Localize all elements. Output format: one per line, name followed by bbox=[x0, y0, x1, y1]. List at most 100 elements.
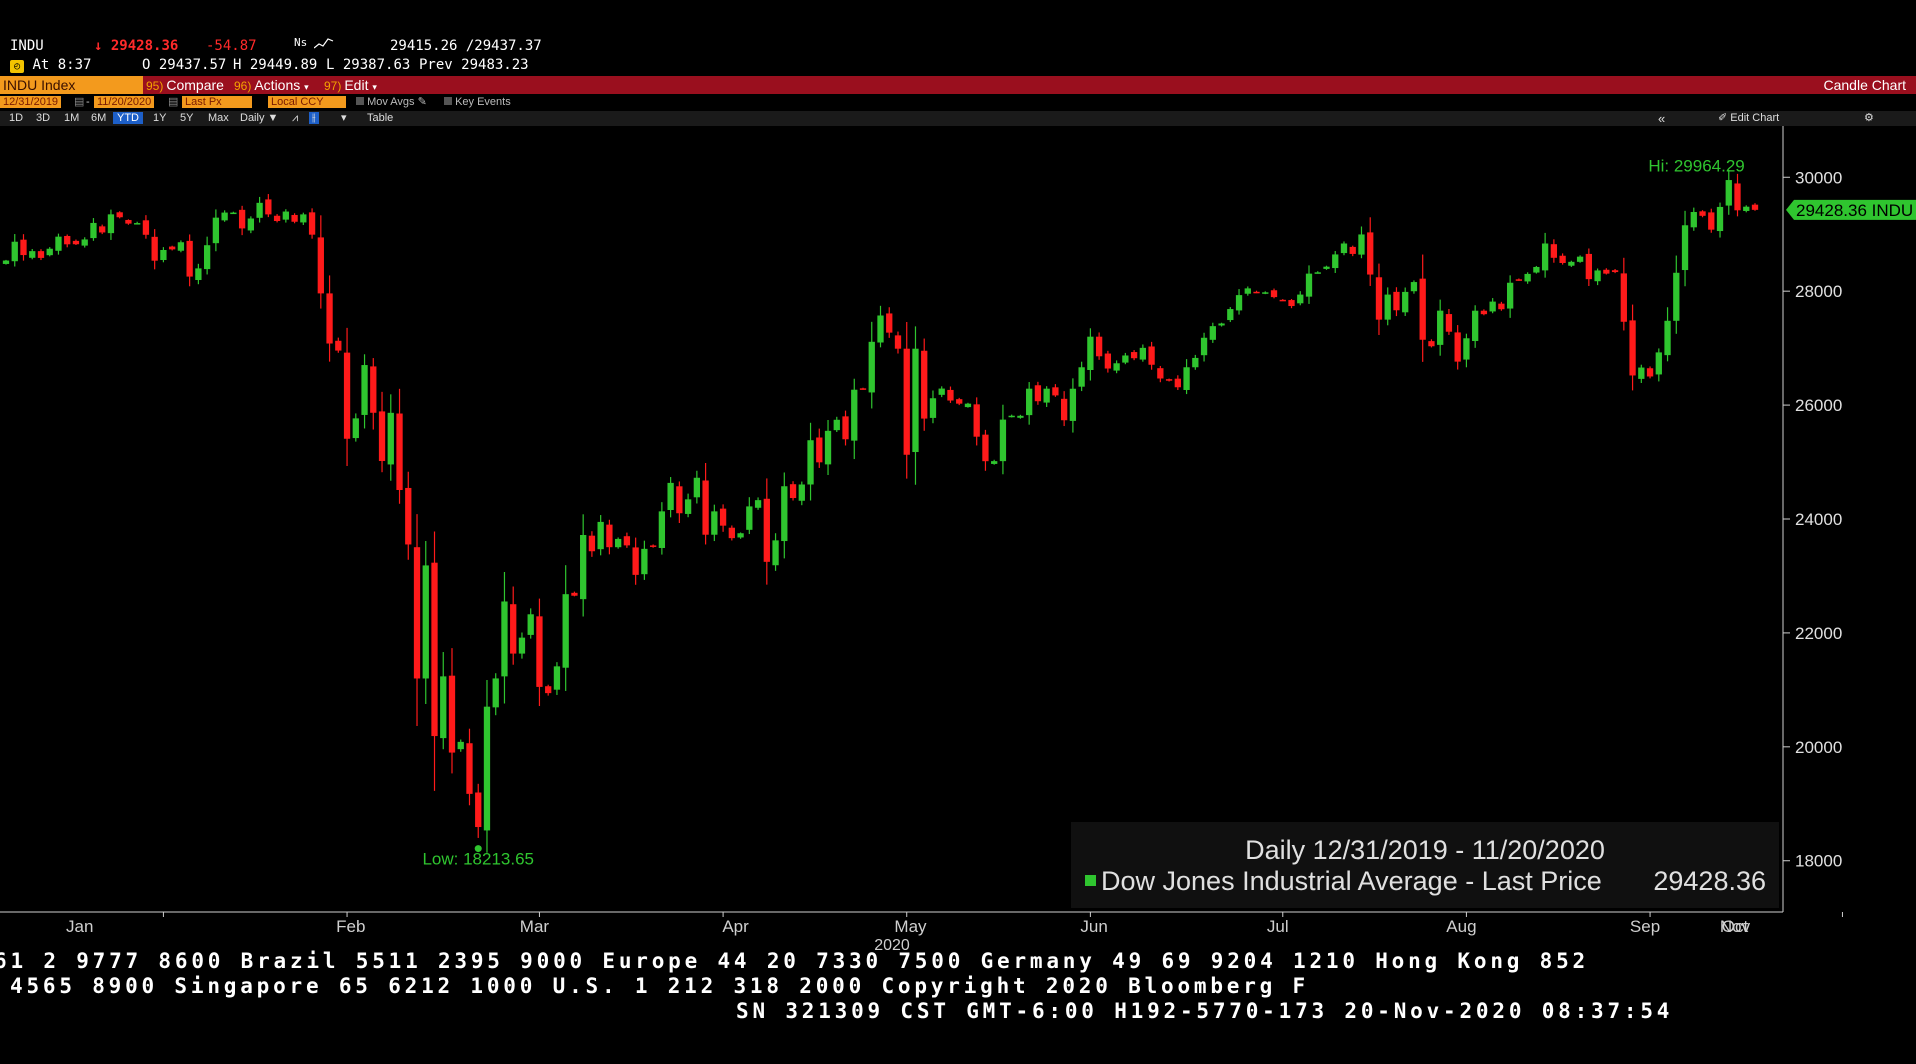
candle-body bbox=[781, 486, 788, 542]
quote-details: ◴ At 8:37 bbox=[10, 57, 91, 73]
calendar-icon[interactable]: ▤ bbox=[74, 95, 84, 109]
period-3d[interactable]: 3D bbox=[36, 111, 50, 126]
candle-body bbox=[1253, 291, 1260, 294]
currency-select[interactable]: Local CCY bbox=[268, 95, 346, 109]
table-button[interactable]: Table bbox=[367, 111, 393, 126]
candle-body bbox=[991, 461, 998, 464]
candle-body bbox=[1192, 357, 1199, 368]
end-date-field[interactable]: 11/20/2020 bbox=[94, 95, 155, 109]
period-6m[interactable]: 6M bbox=[91, 111, 106, 126]
mov-avgs-toggle[interactable]: Mov Avgs ✎ bbox=[356, 95, 427, 109]
candle-body bbox=[1585, 253, 1592, 280]
start-date-field[interactable]: 12/31/2019 bbox=[0, 95, 62, 109]
candle-body bbox=[169, 246, 176, 250]
candle-body bbox=[317, 237, 324, 294]
edit-chart-button[interactable]: ✐ Edit Chart bbox=[1718, 111, 1779, 126]
candlestick-chart[interactable]: 18000 20000 22000 24000 26000 28000 30000 Jan F… bbox=[0, 126, 1916, 978]
news-sparkline[interactable]: Ns bbox=[294, 36, 334, 50]
edit-chart-icon: ✐ bbox=[1718, 112, 1728, 124]
more-options-icon[interactable]: ▾ bbox=[341, 111, 347, 126]
candle-body bbox=[1375, 277, 1383, 320]
candle-body bbox=[1332, 254, 1339, 269]
candle-body bbox=[195, 268, 202, 281]
candle-body bbox=[1174, 378, 1181, 388]
period-5y[interactable]: 5Y bbox=[180, 111, 193, 126]
candle-body bbox=[160, 249, 167, 261]
candle-body bbox=[1681, 225, 1689, 271]
candles bbox=[2, 169, 1759, 853]
candle-chart-icon[interactable]: ⫲ bbox=[309, 111, 319, 126]
candle-body bbox=[527, 614, 534, 635]
candle-body bbox=[754, 500, 762, 508]
candle-body bbox=[1122, 355, 1129, 363]
chart-type-label: Candle Chart bbox=[1823, 77, 1907, 93]
candle-body bbox=[1734, 183, 1741, 211]
candle-body bbox=[510, 604, 517, 654]
candle-body bbox=[1034, 385, 1042, 402]
candle-body bbox=[1550, 244, 1558, 258]
x-tick-label: May bbox=[894, 917, 927, 936]
candle-body bbox=[1725, 180, 1732, 206]
candle-body bbox=[947, 389, 954, 401]
actions-menu[interactable]: 96) Actions ▾ bbox=[234, 76, 309, 94]
candle-body bbox=[1410, 282, 1418, 292]
x-tick-label: Nov bbox=[1720, 917, 1751, 936]
candle-body bbox=[719, 508, 727, 526]
candle-body bbox=[1751, 204, 1759, 210]
legend-value: 29428.36 bbox=[1653, 866, 1766, 896]
frequency-select[interactable]: Daily ▼ bbox=[240, 111, 278, 126]
high-annotation: Hi: 29964.29 bbox=[1648, 156, 1744, 175]
candle-body bbox=[816, 437, 823, 463]
period-bar: 1D 3D 1M 6M YTD 1Y 5Y Max Daily ▼ ⩘ ⫲ ▾ … bbox=[0, 111, 1916, 126]
candle-body bbox=[352, 418, 359, 439]
candle-body bbox=[492, 678, 499, 708]
compare-button[interactable]: 95) Compare bbox=[146, 76, 224, 94]
security-field[interactable]: INDU Index bbox=[0, 76, 143, 94]
candle-body bbox=[370, 366, 377, 413]
candle-body bbox=[1673, 272, 1680, 321]
prev-close: Prev 29483.23 bbox=[419, 57, 529, 73]
settings-gear-icon[interactable]: ⚙ bbox=[1864, 111, 1874, 126]
candle-body bbox=[999, 419, 1007, 462]
period-max[interactable]: Max bbox=[208, 111, 229, 126]
candle-body bbox=[728, 527, 735, 539]
candle-body bbox=[615, 538, 622, 548]
calendar-icon[interactable]: ▤ bbox=[168, 95, 178, 109]
candle-body bbox=[501, 601, 508, 677]
candle-body bbox=[597, 521, 604, 550]
period-1d[interactable]: 1D bbox=[9, 111, 23, 126]
candle-body bbox=[177, 242, 185, 251]
footer-line-1: 61 2 9777 8600 Brazil 5511 2395 9000 Eur… bbox=[0, 949, 1589, 973]
candle-body bbox=[81, 239, 88, 246]
candle-body bbox=[1017, 415, 1024, 418]
pencil-icon: ✎ bbox=[417, 96, 427, 108]
candle-body bbox=[536, 616, 543, 687]
candle-body bbox=[1358, 234, 1365, 255]
period-1m[interactable]: 1M bbox=[64, 111, 79, 126]
candle-body bbox=[1113, 363, 1120, 371]
candle-body bbox=[886, 313, 893, 333]
x-tick-label: Mar bbox=[520, 917, 550, 936]
candle-body bbox=[203, 245, 211, 270]
price-field-select[interactable]: Last Px bbox=[182, 95, 252, 109]
line-chart-icon[interactable]: ⩘ bbox=[292, 111, 298, 126]
candle-body bbox=[212, 217, 220, 244]
candle-body bbox=[413, 547, 421, 679]
edit-menu[interactable]: 97) Edit ▾ bbox=[324, 76, 377, 94]
candle-body bbox=[475, 792, 482, 828]
y-axis-ticks: 18000 20000 22000 24000 26000 28000 30000 bbox=[1783, 168, 1842, 871]
candle-body bbox=[763, 498, 770, 562]
collapse-icon[interactable]: « bbox=[1658, 111, 1665, 126]
candle-body bbox=[702, 480, 709, 535]
candle-body bbox=[956, 399, 963, 404]
period-1y[interactable]: 1Y bbox=[153, 111, 166, 126]
candle-body bbox=[562, 594, 569, 668]
candle-body bbox=[824, 430, 832, 465]
key-events-toggle[interactable]: Key Events bbox=[444, 95, 511, 109]
candle-body bbox=[387, 412, 394, 465]
candle-body bbox=[72, 240, 80, 245]
candle-body bbox=[641, 548, 648, 575]
period-ytd[interactable]: YTD bbox=[113, 111, 143, 126]
candle-body bbox=[1611, 270, 1619, 273]
x-tick-label: Jan bbox=[66, 917, 93, 936]
